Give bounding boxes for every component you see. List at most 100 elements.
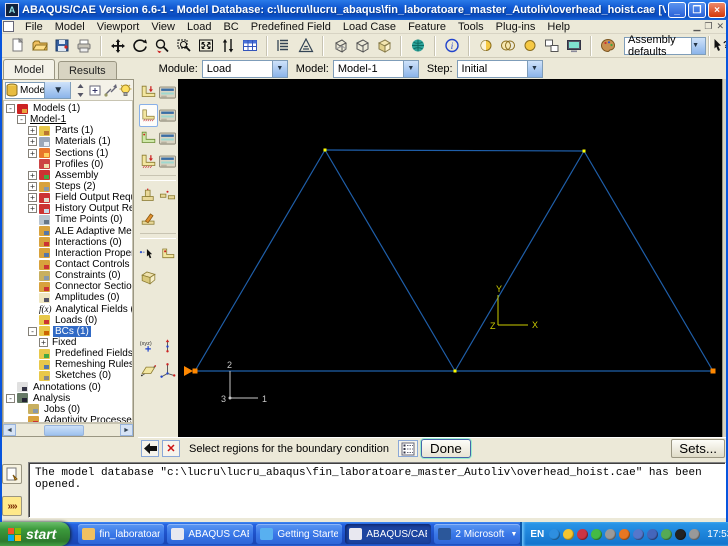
expand-icon[interactable]: + <box>28 182 37 192</box>
scroll-left-icon[interactable]: ◄ <box>3 424 16 436</box>
menu-predefined-field[interactable]: Predefined Field <box>245 20 337 33</box>
tray-icon-5[interactable] <box>619 528 631 540</box>
tree-item-predefined-fields-0[interactable]: Predefined Fields (0) <box>6 348 132 359</box>
done-button[interactable]: Done <box>420 439 471 458</box>
plane-datum-button[interactable] <box>139 358 158 381</box>
sphere-icon[interactable] <box>407 35 429 57</box>
manager-button[interactable] <box>158 81 177 104</box>
tree-item-ale-adaptive-mesh-constraints[interactable]: ALE Adaptive Mesh Constraints <box>6 226 132 237</box>
chevron-down-icon[interactable]: ▼ <box>402 60 418 77</box>
chevron-down-icon[interactable]: ▼ <box>510 531 516 538</box>
tray-icon-2[interactable] <box>577 528 589 540</box>
tray-icon-7[interactable] <box>647 528 659 540</box>
command-prompt-button[interactable]: »» <box>2 496 22 516</box>
render-style-combobox[interactable]: Assembly defaults ▼ <box>624 34 706 58</box>
chevron-down-icon[interactable]: ▼ <box>691 37 705 54</box>
menu-viewport[interactable]: Viewport <box>91 20 146 33</box>
tray-icon-8[interactable] <box>661 528 673 540</box>
tree-item-bcs-1[interactable]: - BCs (1) <box>6 325 132 337</box>
tray-icon-4[interactable] <box>605 528 617 540</box>
tree-item-time-points-0[interactable]: Time Points (0) <box>6 214 132 225</box>
tree-item-analysis[interactable]: - Analysis <box>6 393 132 404</box>
scroll-right-icon[interactable]: ► <box>120 424 133 436</box>
expand-icon[interactable]: + <box>28 148 37 158</box>
menu-load-case[interactable]: Load Case <box>337 20 402 33</box>
tree-item-jobs-0[interactable]: Jobs (0) <box>6 404 132 415</box>
pencil-button[interactable] <box>139 208 158 231</box>
circle-two-icon[interactable] <box>497 35 519 57</box>
layout-icon[interactable] <box>541 35 563 57</box>
maximize-button[interactable]: ❐ <box>688 2 706 18</box>
circle-fill-icon[interactable] <box>519 35 541 57</box>
model-combobox[interactable]: Model-1 ▼ <box>332 59 419 78</box>
expand-icon[interactable]: + <box>28 204 37 214</box>
tree-item-analytical-fields-0[interactable]: f(x)Analytical Fields (0) <box>6 304 132 315</box>
menu-file[interactable]: File <box>19 20 49 33</box>
menu-model[interactable]: Model <box>49 20 91 33</box>
truss-member[interactable] <box>324 149 456 372</box>
tree-item-field-output-requests[interactable]: + Field Output Requests <box>6 192 132 203</box>
language-indicator[interactable]: EN <box>530 529 544 540</box>
box-amp-button[interactable] <box>139 266 158 289</box>
tree-item-contact-controls-0[interactable]: Contact Controls (0) <box>6 259 132 270</box>
tab-model[interactable]: Model <box>3 59 55 79</box>
tree-item-amplitudes-0[interactable]: Amplitudes (0) <box>6 292 132 303</box>
child-window-icon[interactable] <box>3 21 14 32</box>
cube-wire-icon[interactable] <box>329 35 351 57</box>
manager-button[interactable] <box>158 150 177 173</box>
taskbar-task-0[interactable]: fin_laboratoar... <box>78 524 165 544</box>
truss-member[interactable] <box>454 150 585 372</box>
child-close-icon[interactable]: ✕ <box>716 21 724 32</box>
field-L-button[interactable] <box>139 127 158 150</box>
menu-tools[interactable]: Tools <box>452 20 490 33</box>
taskbar-task-2[interactable]: Getting Starte... <box>256 524 343 544</box>
expand-box-icon[interactable] <box>88 82 103 98</box>
collapse-icon[interactable]: - <box>17 115 26 125</box>
message-log-button[interactable] <box>2 464 22 484</box>
tree-item-interactions-0[interactable]: Interactions (0) <box>6 237 132 248</box>
start-button[interactable]: start <box>0 522 71 546</box>
bolt-button[interactable] <box>139 185 158 208</box>
cube-solid-icon[interactable] <box>373 35 395 57</box>
tree-item-steps-2[interactable]: + Steps (2) <box>6 181 132 192</box>
tree-item-history-output-requests[interactable]: + History Output Requests <box>6 203 132 214</box>
bc-L-button[interactable] <box>139 104 158 127</box>
tree-item-fixed[interactable]: + Fixed <box>6 337 132 348</box>
prompt-back-button[interactable] <box>141 440 159 457</box>
tree-horizontal-scrollbar[interactable]: ◄ ► <box>3 423 133 436</box>
expand-icon[interactable]: + <box>28 193 37 203</box>
axis-vert-button[interactable] <box>158 335 177 358</box>
circle-half-icon[interactable] <box>475 35 497 57</box>
tray-icon-6[interactable] <box>633 528 645 540</box>
collapse-icon[interactable]: - <box>28 326 37 336</box>
truss-member[interactable] <box>583 150 714 372</box>
step-combobox[interactable]: Initial ▼ <box>456 59 543 78</box>
tree-item-models-1[interactable]: - Models (1) <box>6 103 132 114</box>
tray-icon-9[interactable] <box>675 528 687 540</box>
grid-icon[interactable] <box>239 35 261 57</box>
palette-icon[interactable] <box>597 35 619 57</box>
spin-icon[interactable] <box>73 82 88 98</box>
arrows-vert-icon[interactable] <box>217 35 239 57</box>
tree-item-sections-1[interactable]: + Sections (1) <box>6 148 132 159</box>
rotate-icon[interactable] <box>129 35 151 57</box>
tree-list-icon[interactable] <box>273 35 295 57</box>
tree-item-loads-0[interactable]: Loads (0) <box>6 315 132 326</box>
tray-icon-0[interactable] <box>549 528 561 540</box>
tree-item-annotations-0[interactable]: Annotations (0) <box>6 382 132 393</box>
prompt-cancel-button[interactable]: ✕ <box>162 440 180 457</box>
L-small-button[interactable] <box>158 243 177 266</box>
scroll-thumb[interactable] <box>44 424 84 436</box>
truss-node-bottom_mid[interactable] <box>453 369 457 373</box>
new-doc-icon[interactable] <box>7 35 29 57</box>
truss-node-bottom_left[interactable] <box>192 368 198 374</box>
cube-wire2-icon[interactable] <box>351 35 373 57</box>
expand-icon[interactable]: + <box>39 338 48 348</box>
selection-options-button[interactable] <box>397 440 418 457</box>
truss-node-top_right[interactable] <box>582 149 586 153</box>
pan-icon[interactable] <box>107 35 129 57</box>
manager-button[interactable] <box>158 104 177 127</box>
truss-member[interactable] <box>194 149 326 372</box>
chevron-down-icon[interactable]: ▼ <box>526 60 542 77</box>
taskbar-task-4[interactable]: 2 Microsoft ... ▼ <box>434 524 521 544</box>
